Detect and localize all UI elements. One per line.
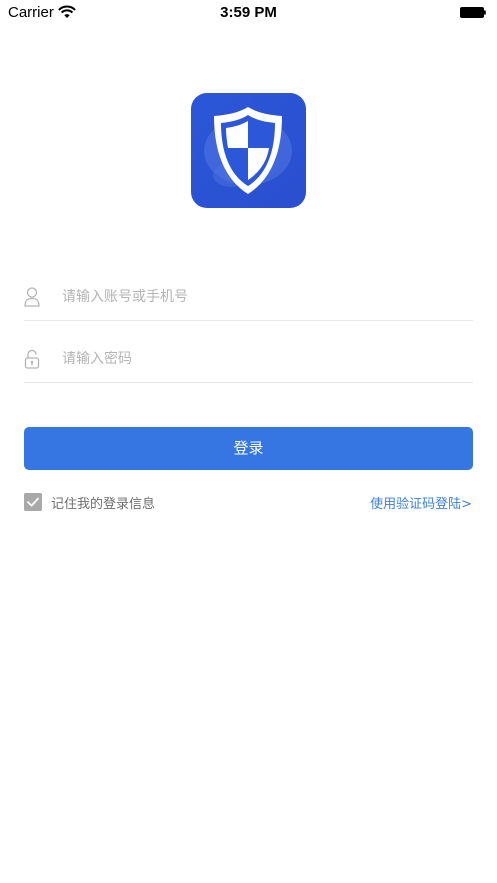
password-input[interactable] bbox=[62, 346, 462, 372]
account-input[interactable] bbox=[62, 284, 462, 310]
lock-icon bbox=[24, 349, 40, 369]
app-logo bbox=[191, 93, 306, 208]
login-button[interactable]: 登录 bbox=[24, 427, 473, 470]
status-time: 3:59 PM bbox=[220, 4, 277, 21]
status-bar: Carrier 3:59 PM bbox=[0, 0, 497, 26]
account-field-row bbox=[24, 276, 473, 321]
password-field-row bbox=[24, 338, 473, 383]
remember-me-label: 记住我的登录信息 bbox=[51, 497, 156, 512]
battery-icon bbox=[460, 7, 486, 18]
sms-login-link[interactable]: 使用验证码登陆> bbox=[370, 493, 472, 512]
checkbox-checked-icon[interactable] bbox=[24, 493, 42, 511]
user-icon bbox=[24, 287, 40, 307]
